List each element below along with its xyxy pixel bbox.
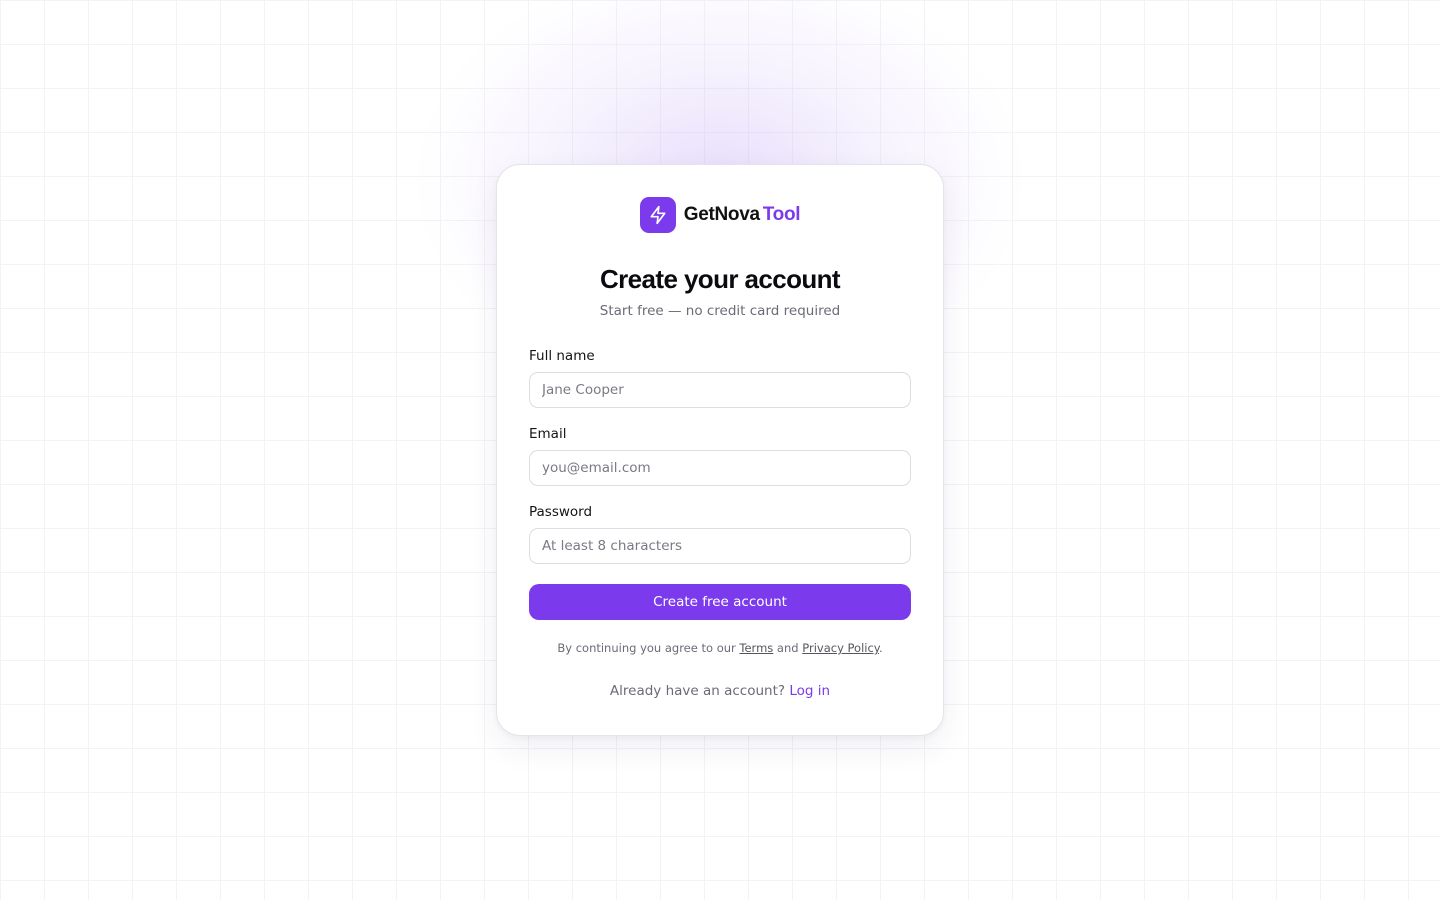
full-name-field-group: Full name <box>529 347 911 408</box>
lightning-bolt-icon <box>639 197 676 233</box>
password-input[interactable] <box>529 528 911 564</box>
login-prompt-text: Already have an account? <box>609 683 790 699</box>
email-label: Email <box>529 426 567 442</box>
email-input[interactable] <box>529 450 911 486</box>
signup-card: GetNova Tool Create your account Start fr… <box>496 164 944 736</box>
password-field-group: Password <box>529 503 911 564</box>
page-title: Create your account <box>599 264 841 294</box>
page-subtitle: Start free — no credit card required <box>599 303 841 319</box>
brand-name: GetNova Tool <box>684 204 801 226</box>
terms-link[interactable]: Terms <box>739 641 773 655</box>
legal-middle: and <box>773 641 803 655</box>
full-name-label: Full name <box>529 348 595 364</box>
legal-prefix: By continuing you agree to our <box>557 641 740 655</box>
legal-notice: By continuing you agree to our Terms and… <box>529 640 911 656</box>
brand-name-primary: GetNova <box>683 204 760 225</box>
login-link[interactable]: Log in <box>789 683 830 699</box>
email-field-group: Email <box>529 425 911 486</box>
legal-suffix: . <box>878 641 883 655</box>
brand: GetNova Tool <box>529 197 911 233</box>
login-prompt: Already have an account? Log in <box>529 682 911 700</box>
password-label: Password <box>529 504 593 520</box>
create-account-button[interactable]: Create free account <box>529 584 911 620</box>
privacy-policy-link[interactable]: Privacy Policy <box>802 641 879 655</box>
signup-form: Full name Email Password Create free acc… <box>529 347 911 620</box>
brand-name-accent: Tool <box>762 204 801 225</box>
full-name-input[interactable] <box>529 372 911 408</box>
